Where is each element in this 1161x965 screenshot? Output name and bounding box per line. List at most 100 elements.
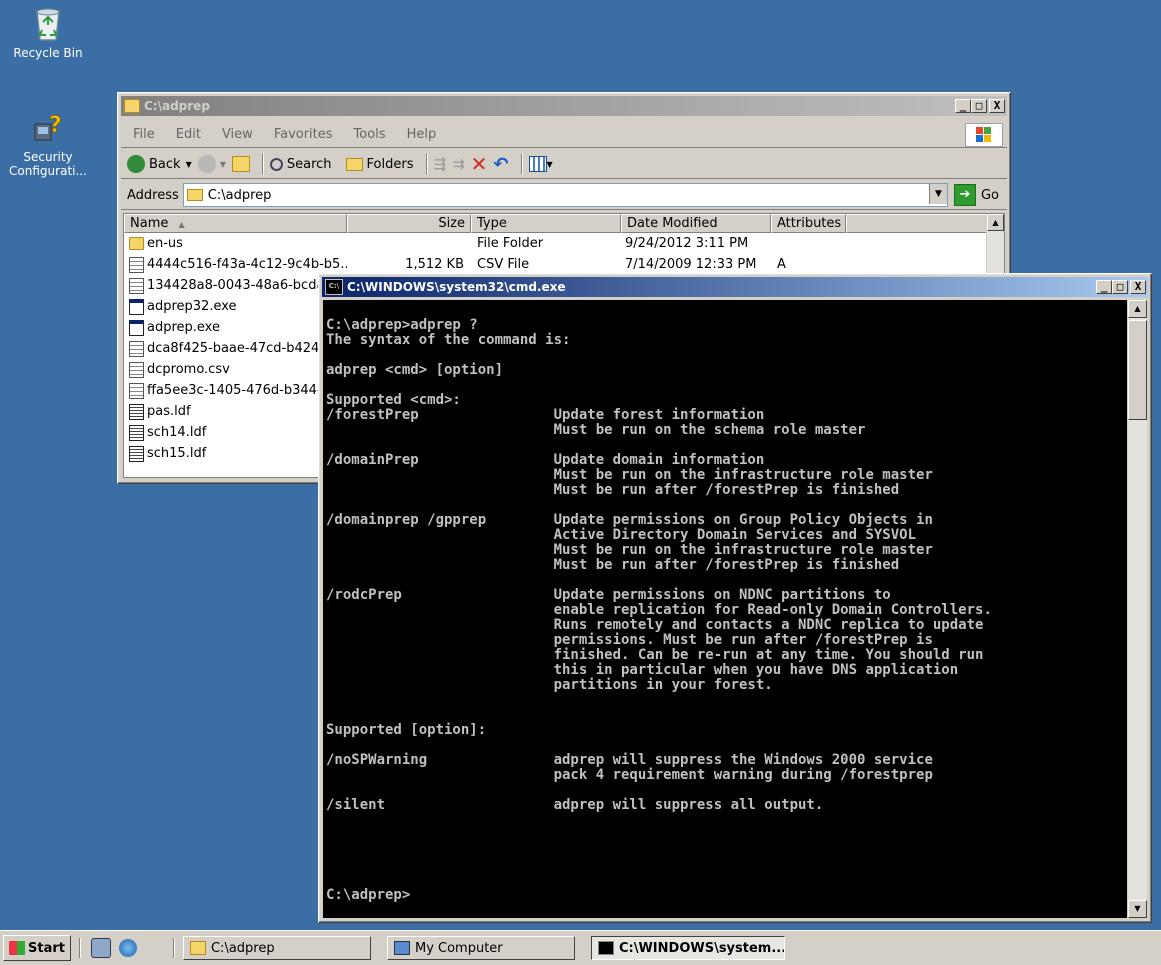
file-date-modified: 7/14/2009 12:33 PM: [625, 257, 757, 272]
taskbar-item-my-computer[interactable]: My Computer: [386, 936, 575, 960]
ldf-file-icon: [129, 445, 144, 462]
file-name: ffa5ee3c-1405-476d-b344-7: [147, 383, 330, 398]
desktop-icon-security-configuration[interactable]: ? Security Configurati...: [0, 110, 96, 178]
security-configuration-icon: ?: [31, 110, 65, 146]
menu-help[interactable]: Help: [407, 127, 437, 142]
minimize-button[interactable]: _: [1096, 280, 1112, 294]
column-header-type[interactable]: Type: [471, 214, 621, 233]
exe-file-icon: [129, 298, 144, 315]
search-icon: [269, 157, 283, 171]
delete-button[interactable]: ✕: [471, 152, 488, 176]
taskbar-item-label: C:\adprep: [210, 940, 275, 956]
close-button[interactable]: X: [989, 99, 1005, 113]
file-name-cell: adprep.exe: [124, 319, 347, 336]
maximize-button[interactable]: □: [971, 99, 987, 113]
up-folder-icon: [231, 156, 250, 172]
minimize-button[interactable]: _: [955, 99, 971, 113]
desktop-icon-label: Recycle Bin: [13, 46, 83, 60]
search-button[interactable]: Search: [269, 157, 332, 172]
go-label: Go: [980, 187, 999, 203]
menu-tools[interactable]: Tools: [354, 127, 386, 142]
start-button[interactable]: Start: [3, 935, 71, 961]
sort-ascending-icon: ▲: [178, 220, 185, 229]
address-value: C:\adprep: [207, 187, 272, 203]
address-dropdown-arrow-icon[interactable]: ▼: [928, 184, 947, 204]
toolbar-separator: [425, 154, 428, 174]
toolbar-separator: [78, 938, 81, 958]
ldf-file-icon: [129, 403, 144, 420]
csv-file-icon: [129, 277, 144, 294]
menu-bar: File Edit View Favorites Tools Help: [121, 121, 1007, 148]
show-desktop-icon[interactable]: [90, 938, 111, 958]
desktop-icon-recycle-bin[interactable]: Recycle Bin: [0, 6, 96, 60]
go-arrow-icon: ➔: [953, 184, 976, 206]
taskbar-item-cmd[interactable]: C:\WINDOWS\system...: [590, 936, 785, 960]
file-type: CSV File: [477, 257, 530, 272]
go-button[interactable]: ➔ Go: [953, 184, 999, 206]
column-header-name[interactable]: Name ▲: [124, 214, 347, 233]
column-header-filler: [846, 214, 1004, 233]
file-name: pas.ldf: [147, 404, 191, 419]
cmd-titlebar[interactable]: C:\ C:\WINDOWS\system32\cmd.exe _ □ X: [322, 277, 1148, 297]
file-name: 134428a8-0043-48a6-bcda-: [147, 278, 330, 293]
svg-text:?: ?: [49, 113, 62, 138]
address-input[interactable]: C:\adprep ▼: [182, 183, 948, 207]
folder-icon: [189, 941, 206, 955]
recycle-bin-icon: [31, 6, 65, 42]
address-bar: Address C:\adprep ▼ ➔ Go: [121, 181, 1007, 210]
console-output-area[interactable]: C:\adprep>adprep ? The syntax of the com…: [323, 300, 1127, 918]
toolbar-separator: [261, 154, 264, 174]
folder-icon: [124, 99, 140, 113]
file-type: File Folder: [477, 236, 544, 251]
menu-file[interactable]: File: [133, 127, 155, 142]
explorer-titlebar[interactable]: C:\adprep _ □ X: [121, 96, 1007, 116]
file-name: adprep32.exe: [147, 299, 237, 314]
internet-explorer-icon[interactable]: [118, 939, 137, 957]
column-header-size[interactable]: Size: [347, 214, 471, 233]
back-button[interactable]: Back ▼: [127, 155, 192, 173]
column-header-attributes[interactable]: Attributes: [771, 214, 846, 233]
vertical-scrollbar[interactable]: ▲ ▼: [1128, 300, 1147, 918]
maximize-button[interactable]: □: [1112, 280, 1128, 294]
move-to-button[interactable]: ⇶: [434, 155, 447, 173]
taskbar: Start C:\adprep My Computer C:\WINDOWS\s…: [0, 930, 1161, 965]
scroll-up-arrow-icon[interactable]: ▲: [1128, 300, 1147, 318]
file-list-header: Name ▲ Size Type Date Modified Attribute…: [124, 214, 1004, 233]
undo-button[interactable]: ↶: [493, 154, 508, 175]
up-folder-button[interactable]: [231, 156, 250, 172]
cmd-window[interactable]: C:\ C:\WINDOWS\system32\cmd.exe _ □ X C:…: [318, 273, 1152, 923]
views-icon: [528, 156, 547, 172]
taskbar-item-adprep-folder[interactable]: C:\adprep: [182, 936, 371, 960]
scroll-up-arrow-icon[interactable]: ▲: [987, 214, 1004, 231]
console-text: C:\adprep>adprep ? The syntax of the com…: [326, 317, 992, 903]
file-row[interactable]: en-us File Folder 9/24/2012 3:11 PM: [124, 233, 1004, 254]
toolbar-separator: [520, 154, 523, 174]
scrollbar-thumb[interactable]: [1128, 320, 1147, 420]
quick-launch: [77, 938, 137, 958]
chevron-down-icon: ▼: [546, 159, 553, 169]
chevron-down-icon: ▼: [219, 159, 226, 169]
forward-button[interactable]: ▼: [197, 155, 226, 173]
csv-file-icon: [129, 340, 144, 357]
folder-icon: [129, 237, 144, 250]
folders-button[interactable]: Folders: [345, 156, 414, 172]
file-name: dca8f425-baae-47cd-b424-e: [147, 341, 332, 356]
copy-to-button[interactable]: ⇉: [452, 155, 465, 173]
file-size: 1,512 KB: [405, 257, 464, 272]
file-row[interactable]: 4444c516-f43a-4c12-9c4b-b5... 1,512 KB CSV…: [124, 254, 1004, 275]
file-attributes: A: [777, 257, 786, 272]
folders-label: Folders: [366, 156, 414, 172]
scroll-down-arrow-icon[interactable]: ▼: [1128, 900, 1147, 918]
close-button[interactable]: X: [1130, 280, 1146, 294]
menu-edit[interactable]: Edit: [176, 127, 201, 142]
menu-favorites[interactable]: Favorites: [274, 127, 333, 142]
standard-toolbar: Back ▼ ▼ Search Folders ⇶ ⇉ ✕ ↶ ▼: [121, 150, 1007, 179]
views-button[interactable]: ▼: [528, 156, 553, 172]
folders-icon: [345, 157, 363, 171]
folder-icon: [186, 189, 203, 201]
column-header-date-modified[interactable]: Date Modified: [621, 214, 771, 233]
menu-view[interactable]: View: [222, 127, 253, 142]
cmd-icon: C:\: [325, 279, 343, 295]
csv-file-icon: [129, 361, 144, 378]
desktop-icon-label: Security Configurati...: [9, 150, 87, 178]
